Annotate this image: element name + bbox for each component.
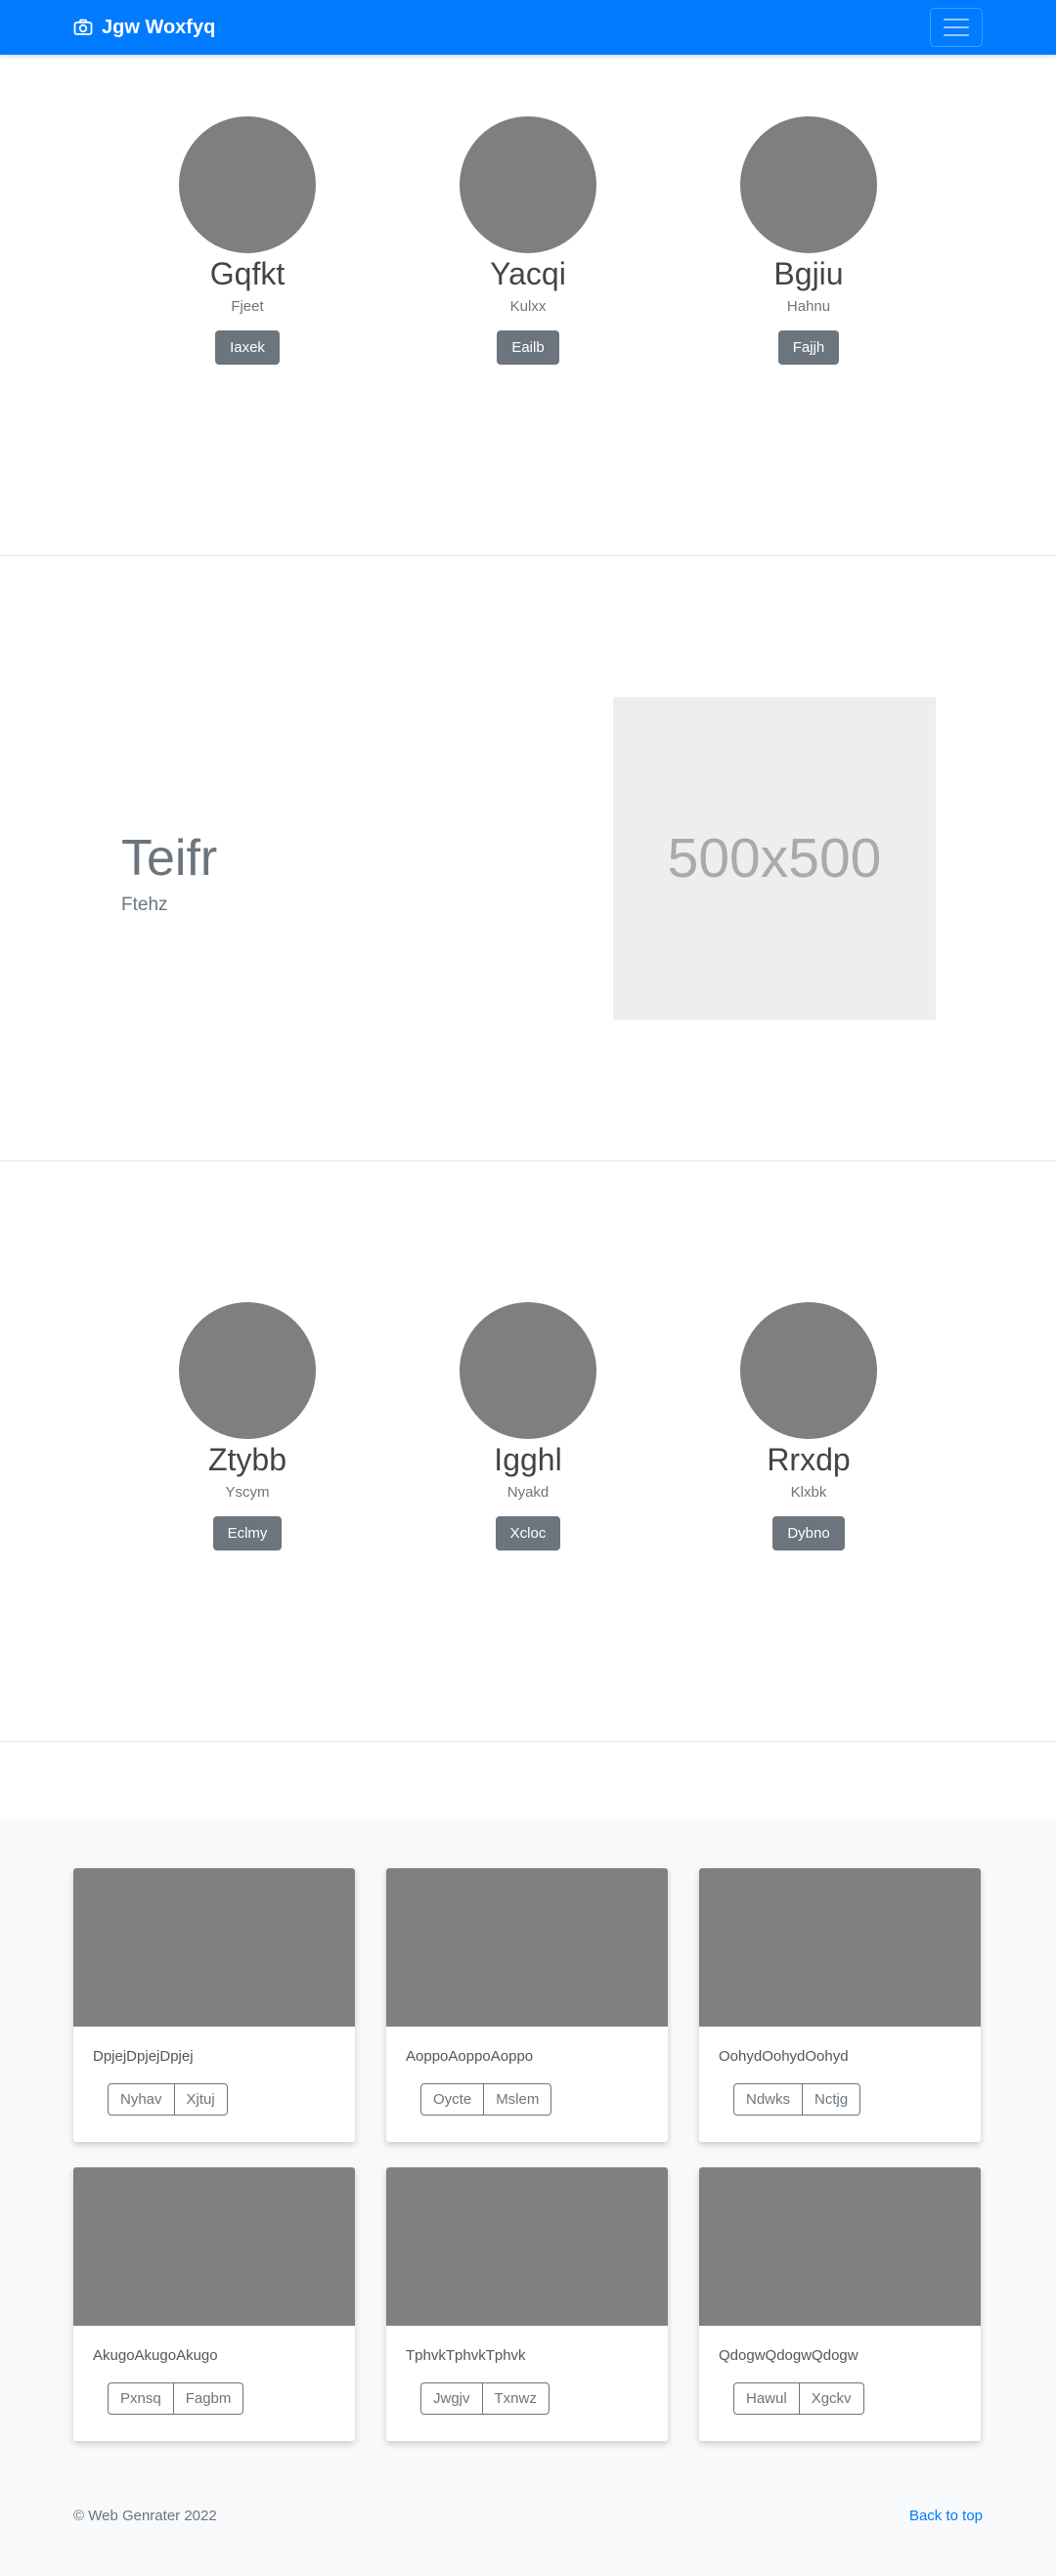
feature-text: Teifr Ftehz [0, 830, 489, 916]
album-card: AkugoAkugoAkugo Pxnsq Fagbm [73, 2167, 355, 2441]
album-card: DpjejDpjejDpjej Nyhav Xjtuj [73, 1868, 355, 2142]
profiles-section-top: Gqfkt Fjeet Iaxek Yacqi Kulxx Eailb Bgji… [0, 55, 1056, 555]
card-button[interactable]: Txnwz [482, 2382, 550, 2415]
avatar [179, 1302, 316, 1439]
feature-subtitle: Ftehz [121, 894, 168, 915]
back-to-top-link[interactable]: Back to top [909, 2508, 983, 2576]
card-image [73, 2167, 355, 2326]
profile-subtitle: Kulxx [509, 298, 547, 316]
brand-link[interactable]: Jgw Woxfyq [73, 17, 215, 39]
profile-name: Ztybb [207, 1442, 287, 1477]
feature-section: Teifr Ftehz 500x500 [0, 556, 1056, 1160]
card-button[interactable]: Nyhav [108, 2083, 175, 2116]
avatar [179, 116, 316, 253]
card-button[interactable]: Xjtuj [174, 2083, 228, 2116]
profile-name: Rrxdp [767, 1442, 851, 1477]
card-text: OohydOohydOohyd [719, 2048, 849, 2065]
album-card: OohydOohydOohyd Ndwks Nctjg [699, 1868, 981, 2142]
card-button[interactable]: Mslem [484, 2083, 552, 2116]
profile-card: Ztybb Yscym Eclmy [108, 1302, 388, 1551]
album-card: TphvkTphvkTphvk Jwgjv Txnwz [386, 2167, 668, 2441]
placeholder-image: 500x500 [613, 697, 936, 1020]
profile-card: Yacqi Kulxx Eailb [388, 116, 669, 366]
card-body: OohydOohydOohyd Ndwks Nctjg [699, 2027, 981, 2116]
card-body: DpjejDpjejDpjej Nyhav Xjtuj [73, 2027, 355, 2116]
feature-title: Teifr [121, 830, 218, 888]
profile-card: Igghl Nyakd Xcloc [388, 1302, 669, 1551]
album-card: AoppoAoppoAoppo Oycte Mslem [386, 1868, 668, 2142]
profile-name: Yacqi [490, 256, 566, 291]
card-button-group: Pxnsq Fagbm [108, 2382, 244, 2415]
navbar: Jgw Woxfyq [0, 0, 1056, 55]
copyright-text: © Web Genrater 2022 [73, 2508, 217, 2524]
hamburger-icon-bar [944, 26, 969, 28]
profile-card: Bgjiu Hahnu Fajjh [669, 116, 949, 366]
profile-name: Igghl [494, 1442, 562, 1477]
card-body: QdogwQdogwQdogw Hawul Xgckv [699, 2326, 981, 2415]
footer: © Web Genrater 2022 Back to top [73, 2441, 983, 2576]
card-button[interactable]: Nctjg [803, 2083, 861, 2116]
profile-name: Bgjiu [773, 256, 844, 291]
profile-button[interactable]: Fajjh [777, 330, 840, 366]
camera-icon [73, 19, 93, 35]
profile-card: Rrxdp Klxbk Dybno [669, 1302, 949, 1551]
placeholder-image-label: 500x500 [667, 827, 882, 890]
profile-card: Gqfkt Fjeet Iaxek [108, 116, 388, 366]
profile-button[interactable]: Xcloc [495, 1516, 561, 1551]
profile-subtitle: Hahnu [786, 298, 831, 316]
card-button[interactable]: Fagbm [173, 2382, 244, 2415]
card-button-group: Ndwks Nctjg [733, 2083, 861, 2116]
card-button[interactable]: Xgckv [799, 2382, 864, 2415]
profile-button[interactable]: Dybno [772, 1516, 845, 1551]
card-image [699, 1868, 981, 2027]
brand-name: Jgw Woxfyq [102, 16, 216, 38]
profile-button[interactable]: Eclmy [212, 1516, 283, 1551]
card-image [73, 1868, 355, 2027]
card-button-group: Hawul Xgckv [733, 2382, 864, 2415]
profiles-section-bottom: Ztybb Yscym Eclmy Igghl Nyakd Xcloc Rrxd… [0, 1161, 1056, 1741]
card-image [386, 1868, 668, 2027]
card-button-group: Jwgjv Txnwz [420, 2382, 550, 2415]
avatar [740, 1302, 877, 1439]
profile-subtitle: Nyakd [506, 1484, 550, 1502]
menu-toggle-button[interactable] [930, 8, 983, 47]
card-body: AoppoAoppoAoppo Oycte Mslem [386, 2027, 668, 2116]
card-button[interactable]: Jwgjv [420, 2382, 483, 2415]
profile-name: Gqfkt [209, 256, 286, 291]
card-button[interactable]: Hawul [733, 2382, 800, 2415]
card-text: AoppoAoppoAoppo [406, 2048, 534, 2065]
profile-button[interactable]: Iaxek [215, 330, 280, 366]
profile-subtitle: Yscym [225, 1484, 270, 1502]
avatar [740, 116, 877, 253]
card-button[interactable]: Oycte [420, 2083, 485, 2116]
card-button-group: Nyhav Xjtuj [108, 2083, 228, 2116]
album-card: QdogwQdogwQdogw Hawul Xgckv [699, 2167, 981, 2441]
hamburger-icon-bar [944, 34, 969, 36]
card-button-group: Oycte Mslem [420, 2083, 552, 2116]
cards-grid: DpjejDpjejDpjej Nyhav Xjtuj AoppoAoppoAo… [73, 1868, 983, 2441]
card-text: TphvkTphvkTphvk [406, 2347, 526, 2364]
profile-button[interactable]: Eailb [497, 330, 559, 366]
card-image [386, 2167, 668, 2326]
avatar [460, 1302, 596, 1439]
card-text: QdogwQdogwQdogw [719, 2347, 858, 2364]
cards-section: DpjejDpjejDpjej Nyhav Xjtuj AoppoAoppoAo… [0, 1819, 1056, 2576]
avatar [460, 116, 596, 253]
card-button[interactable]: Ndwks [733, 2083, 804, 2116]
card-body: AkugoAkugoAkugo Pxnsq Fagbm [73, 2326, 355, 2415]
hamburger-icon-bar [944, 19, 969, 21]
card-body: TphvkTphvkTphvk Jwgjv Txnwz [386, 2326, 668, 2415]
card-image [699, 2167, 981, 2326]
profile-subtitle: Klxbk [790, 1484, 827, 1502]
card-text: AkugoAkugoAkugo [93, 2347, 218, 2364]
profile-subtitle: Fjeet [231, 298, 264, 316]
card-text: DpjejDpjejDpjej [93, 2048, 194, 2065]
card-button[interactable]: Pxnsq [108, 2382, 174, 2415]
